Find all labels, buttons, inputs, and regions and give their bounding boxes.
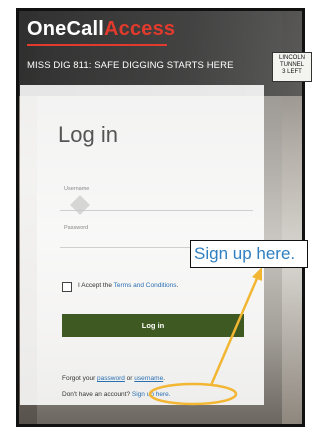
forgot-credentials-text: Forgot your password or username. [62,375,165,382]
sign-line-1: LINCOLN [278,55,305,61]
tunnel-sign: LINCOLN TUNNEL 3 LEFT [272,52,312,82]
forgot-or: or [124,375,135,382]
forgot-suffix: . [163,375,165,382]
username-label: Username [64,186,90,192]
signup-callout-label: Sign up here. [190,240,308,268]
logo-part-access: Access [103,18,176,40]
forgot-prefix: Forgot your [62,375,98,382]
logo-underline [27,44,167,46]
password-label: Password [64,225,89,231]
tagline: MISS DIG 811: SAFE DIGGING STARTS HERE [27,60,234,71]
no-account-text: Don't have an account? [62,391,132,398]
terms-link[interactable]: Terms and Conditions [114,282,177,289]
onecall-logo: OneCallAccess [27,18,175,41]
signup-text: Don't have an account? Sign up here. [62,391,171,398]
sign-line-3: 3 LEFT [282,69,302,75]
password-link[interactable]: password [97,375,125,382]
accept-prefix: I Accept the [78,282,114,289]
login-button[interactable]: Log in [62,314,244,337]
accept-terms-text: I Accept the Terms and Conditions. [78,282,178,289]
username-link[interactable]: username [134,375,163,382]
page-title: Log in [58,122,118,147]
sign-line-2: TUNNEL [279,62,304,68]
accept-terms-checkbox[interactable] [62,282,72,292]
username-input[interactable] [60,210,253,211]
logo-part-onecall: OneCall [27,18,104,40]
signup-link[interactable]: Sign up here. [132,391,171,398]
accept-suffix: . [176,282,179,289]
